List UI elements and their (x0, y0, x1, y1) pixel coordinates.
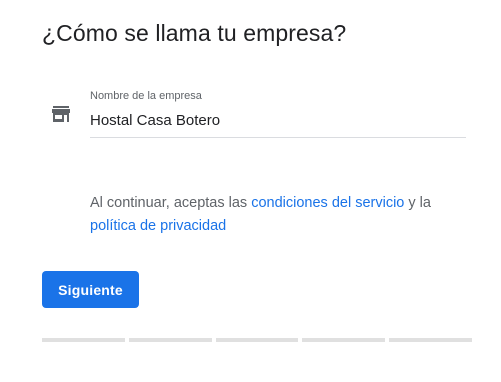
business-name-field[interactable]: Nombre de la empresa (90, 90, 466, 138)
store-icon (52, 106, 70, 122)
progress-step (128, 338, 212, 342)
progress-bar (42, 338, 472, 342)
terms-of-service-link[interactable]: condiciones del servicio (251, 195, 404, 211)
progress-step (302, 338, 386, 342)
progress-step (389, 338, 472, 342)
business-name-label: Nombre de la empresa (90, 90, 202, 102)
terms-middle: y la (404, 195, 431, 211)
business-name-page: ¿Cómo se llama tu empresa? Nombre de la … (0, 0, 501, 382)
business-name-input[interactable] (90, 112, 466, 129)
terms-prefix: Al continuar, aceptas las (90, 195, 252, 211)
progress-step (215, 338, 299, 342)
privacy-policy-link[interactable]: política de privacidad (90, 218, 226, 234)
business-name-row: Nombre de la empresa (52, 90, 466, 138)
progress-step (42, 338, 125, 342)
terms-notice: Al continuar, aceptas las condiciones de… (90, 192, 480, 238)
page-title: ¿Cómo se llama tu empresa? (42, 20, 347, 46)
next-button[interactable]: Siguiente (42, 271, 139, 308)
